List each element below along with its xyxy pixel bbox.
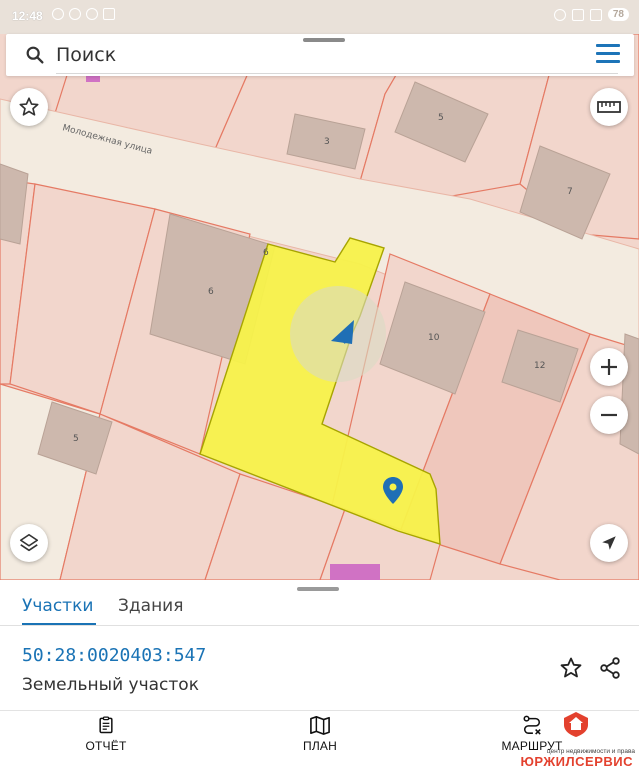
building-label: 12: [534, 361, 545, 371]
share-icon[interactable]: [598, 656, 622, 680]
system-icons: 78: [553, 8, 629, 21]
status-bar: 12:48 78: [0, 0, 639, 34]
ruler-icon: [597, 101, 621, 113]
ruler-button[interactable]: [590, 88, 628, 126]
notification-icons: [52, 8, 115, 20]
status-time: 12:48: [12, 9, 43, 23]
navigation-arrow-icon: [602, 536, 616, 550]
nav-report-label: ОТЧЁТ: [85, 739, 127, 753]
building-label: 6: [208, 287, 214, 297]
map-plan-icon: [310, 716, 330, 735]
cadastral-map[interactable]: Молодежная улица 3 5 7 6 10 12 5 6: [0, 34, 639, 580]
menu-icon[interactable]: [596, 44, 620, 64]
zoom-in-button[interactable]: [590, 348, 628, 386]
route-icon: [523, 715, 541, 735]
location-status-icon: [553, 8, 566, 21]
report-icon: [99, 716, 113, 734]
nav-route-label: МАРШРУТ: [501, 739, 563, 753]
minus-icon: [601, 413, 617, 417]
building-label: 10: [428, 333, 440, 343]
info-sheet: Участки Здания 50:28:0020403:547 Земельн…: [0, 580, 639, 710]
search-bar: [6, 34, 634, 76]
cadastral-number[interactable]: 50:28:0020403:547: [22, 645, 206, 666]
zoom-out-button[interactable]: [590, 396, 628, 434]
favorite-button[interactable]: [10, 88, 48, 126]
bottom-navigation: ОТЧЁТ ПЛАН МАРШРУТ: [0, 710, 639, 768]
building-highlight[interactable]: [330, 564, 380, 580]
sheet-drag-handle[interactable]: [297, 587, 339, 591]
map-canvas[interactable]: Молодежная улица 3 5 7 6 10 12 5 6: [0, 34, 639, 580]
object-type: Земельный участок: [22, 675, 199, 695]
nav-plan-label: ПЛАН: [303, 739, 337, 753]
tab-parcels[interactable]: Участки: [22, 596, 93, 616]
house-number-label: 6: [263, 248, 269, 258]
notification-icon: [103, 8, 115, 20]
building-label: 5: [73, 434, 79, 444]
layers-icon: [19, 533, 39, 552]
at-icon: [86, 8, 98, 20]
tab-buildings[interactable]: Здания: [118, 596, 183, 616]
favorite-star-icon[interactable]: [559, 656, 583, 680]
signal-icon: [571, 8, 584, 21]
plus-icon: [601, 359, 617, 375]
layers-button[interactable]: [10, 524, 48, 562]
navigation-icon: [52, 8, 64, 20]
search-icon[interactable]: [24, 44, 46, 66]
nav-report[interactable]: ОТЧЁТ: [66, 715, 146, 753]
divider: [0, 625, 639, 626]
building-label: 3: [324, 137, 330, 147]
search-underline: [56, 73, 618, 74]
my-location-button[interactable]: [590, 524, 628, 562]
search-input[interactable]: [56, 40, 576, 70]
battery-indicator: 78: [607, 8, 629, 21]
nav-plan[interactable]: ПЛАН: [280, 715, 360, 753]
telegram-icon: [69, 8, 81, 20]
star-icon: [19, 97, 39, 116]
nav-route[interactable]: МАРШРУТ: [492, 715, 572, 753]
wifi-icon: [589, 8, 602, 21]
location-accuracy-circle: [290, 286, 386, 382]
building-label: 5: [438, 113, 444, 123]
building-label: 7: [567, 187, 573, 197]
